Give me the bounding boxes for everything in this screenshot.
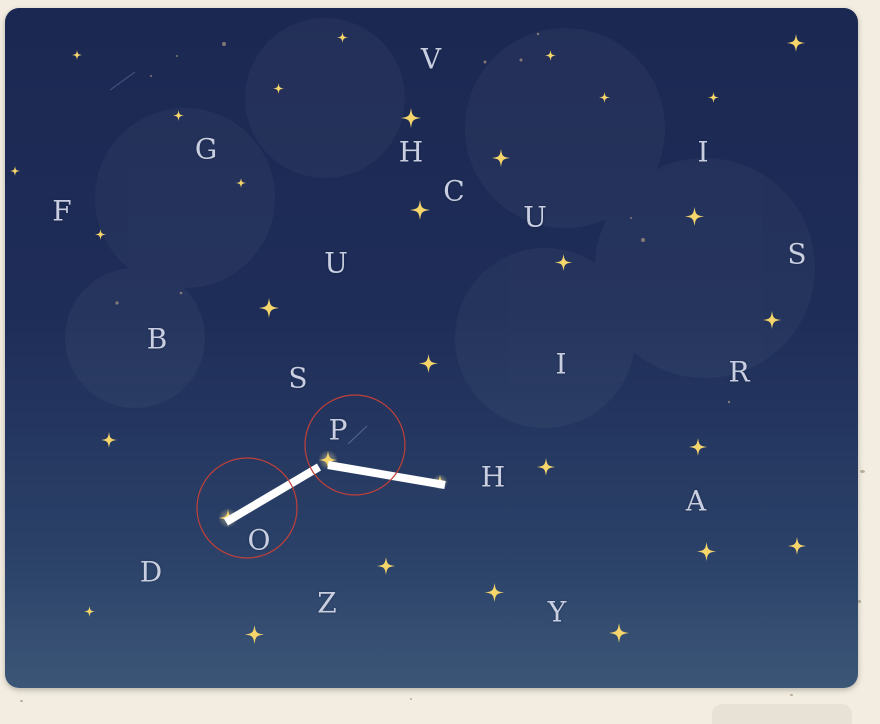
letter-u[interactable]: U — [523, 201, 547, 234]
letter-s[interactable]: S — [288, 362, 307, 395]
selected-stars — [218, 450, 448, 528]
trace-segment — [223, 463, 322, 526]
letter-a[interactable]: A — [686, 485, 706, 518]
letter-p[interactable]: P — [329, 414, 348, 447]
trace-segment — [327, 461, 446, 489]
star-icon[interactable] — [787, 34, 805, 52]
letter-r[interactable]: R — [728, 356, 749, 389]
letter-i[interactable]: I — [555, 348, 566, 381]
star-icon[interactable] — [401, 108, 421, 128]
star-icon[interactable] — [377, 557, 395, 575]
sky-canvas — [10, 18, 815, 644]
star-icon[interactable] — [10, 166, 20, 176]
selection-ring — [304, 394, 406, 496]
letter-i[interactable]: I — [697, 136, 708, 169]
letter-u[interactable]: U — [324, 247, 348, 280]
star-icon[interactable] — [689, 438, 707, 456]
letter-h[interactable]: H — [481, 461, 505, 494]
letter-c[interactable]: C — [443, 175, 464, 208]
star-icon[interactable] — [537, 458, 555, 476]
star-icon[interactable] — [410, 200, 430, 220]
letter-f[interactable]: F — [52, 195, 71, 228]
star-icon[interactable] — [245, 625, 264, 644]
constellation-trace — [223, 461, 446, 526]
letter-g[interactable]: G — [195, 133, 217, 166]
star-icon[interactable] — [259, 298, 279, 318]
star-icon[interactable] — [788, 537, 806, 555]
letter-s[interactable]: S — [787, 238, 806, 271]
star-icon[interactable] — [485, 583, 504, 602]
star-icon[interactable] — [84, 606, 95, 617]
night-sky-board[interactable]: V G H I C F U U S B I R S P H A O D Z Y — [5, 8, 858, 688]
letter-o[interactable]: O — [248, 524, 271, 557]
star-icon[interactable] — [101, 432, 117, 448]
letter-b[interactable]: B — [147, 323, 168, 356]
star-icon[interactable] — [708, 92, 719, 103]
star-icon[interactable] — [419, 354, 438, 373]
cloud-silhouettes — [65, 18, 815, 428]
letter-y[interactable]: Y — [548, 596, 566, 629]
star-icon[interactable] — [72, 50, 82, 60]
letter-h[interactable]: H — [399, 136, 423, 169]
bottom-tab — [712, 704, 852, 724]
letter-d[interactable]: D — [140, 556, 162, 589]
star-icon[interactable] — [697, 542, 716, 561]
letter-v[interactable]: V — [421, 43, 441, 76]
letter-z[interactable]: Z — [317, 587, 336, 620]
star-icon[interactable] — [609, 623, 629, 643]
